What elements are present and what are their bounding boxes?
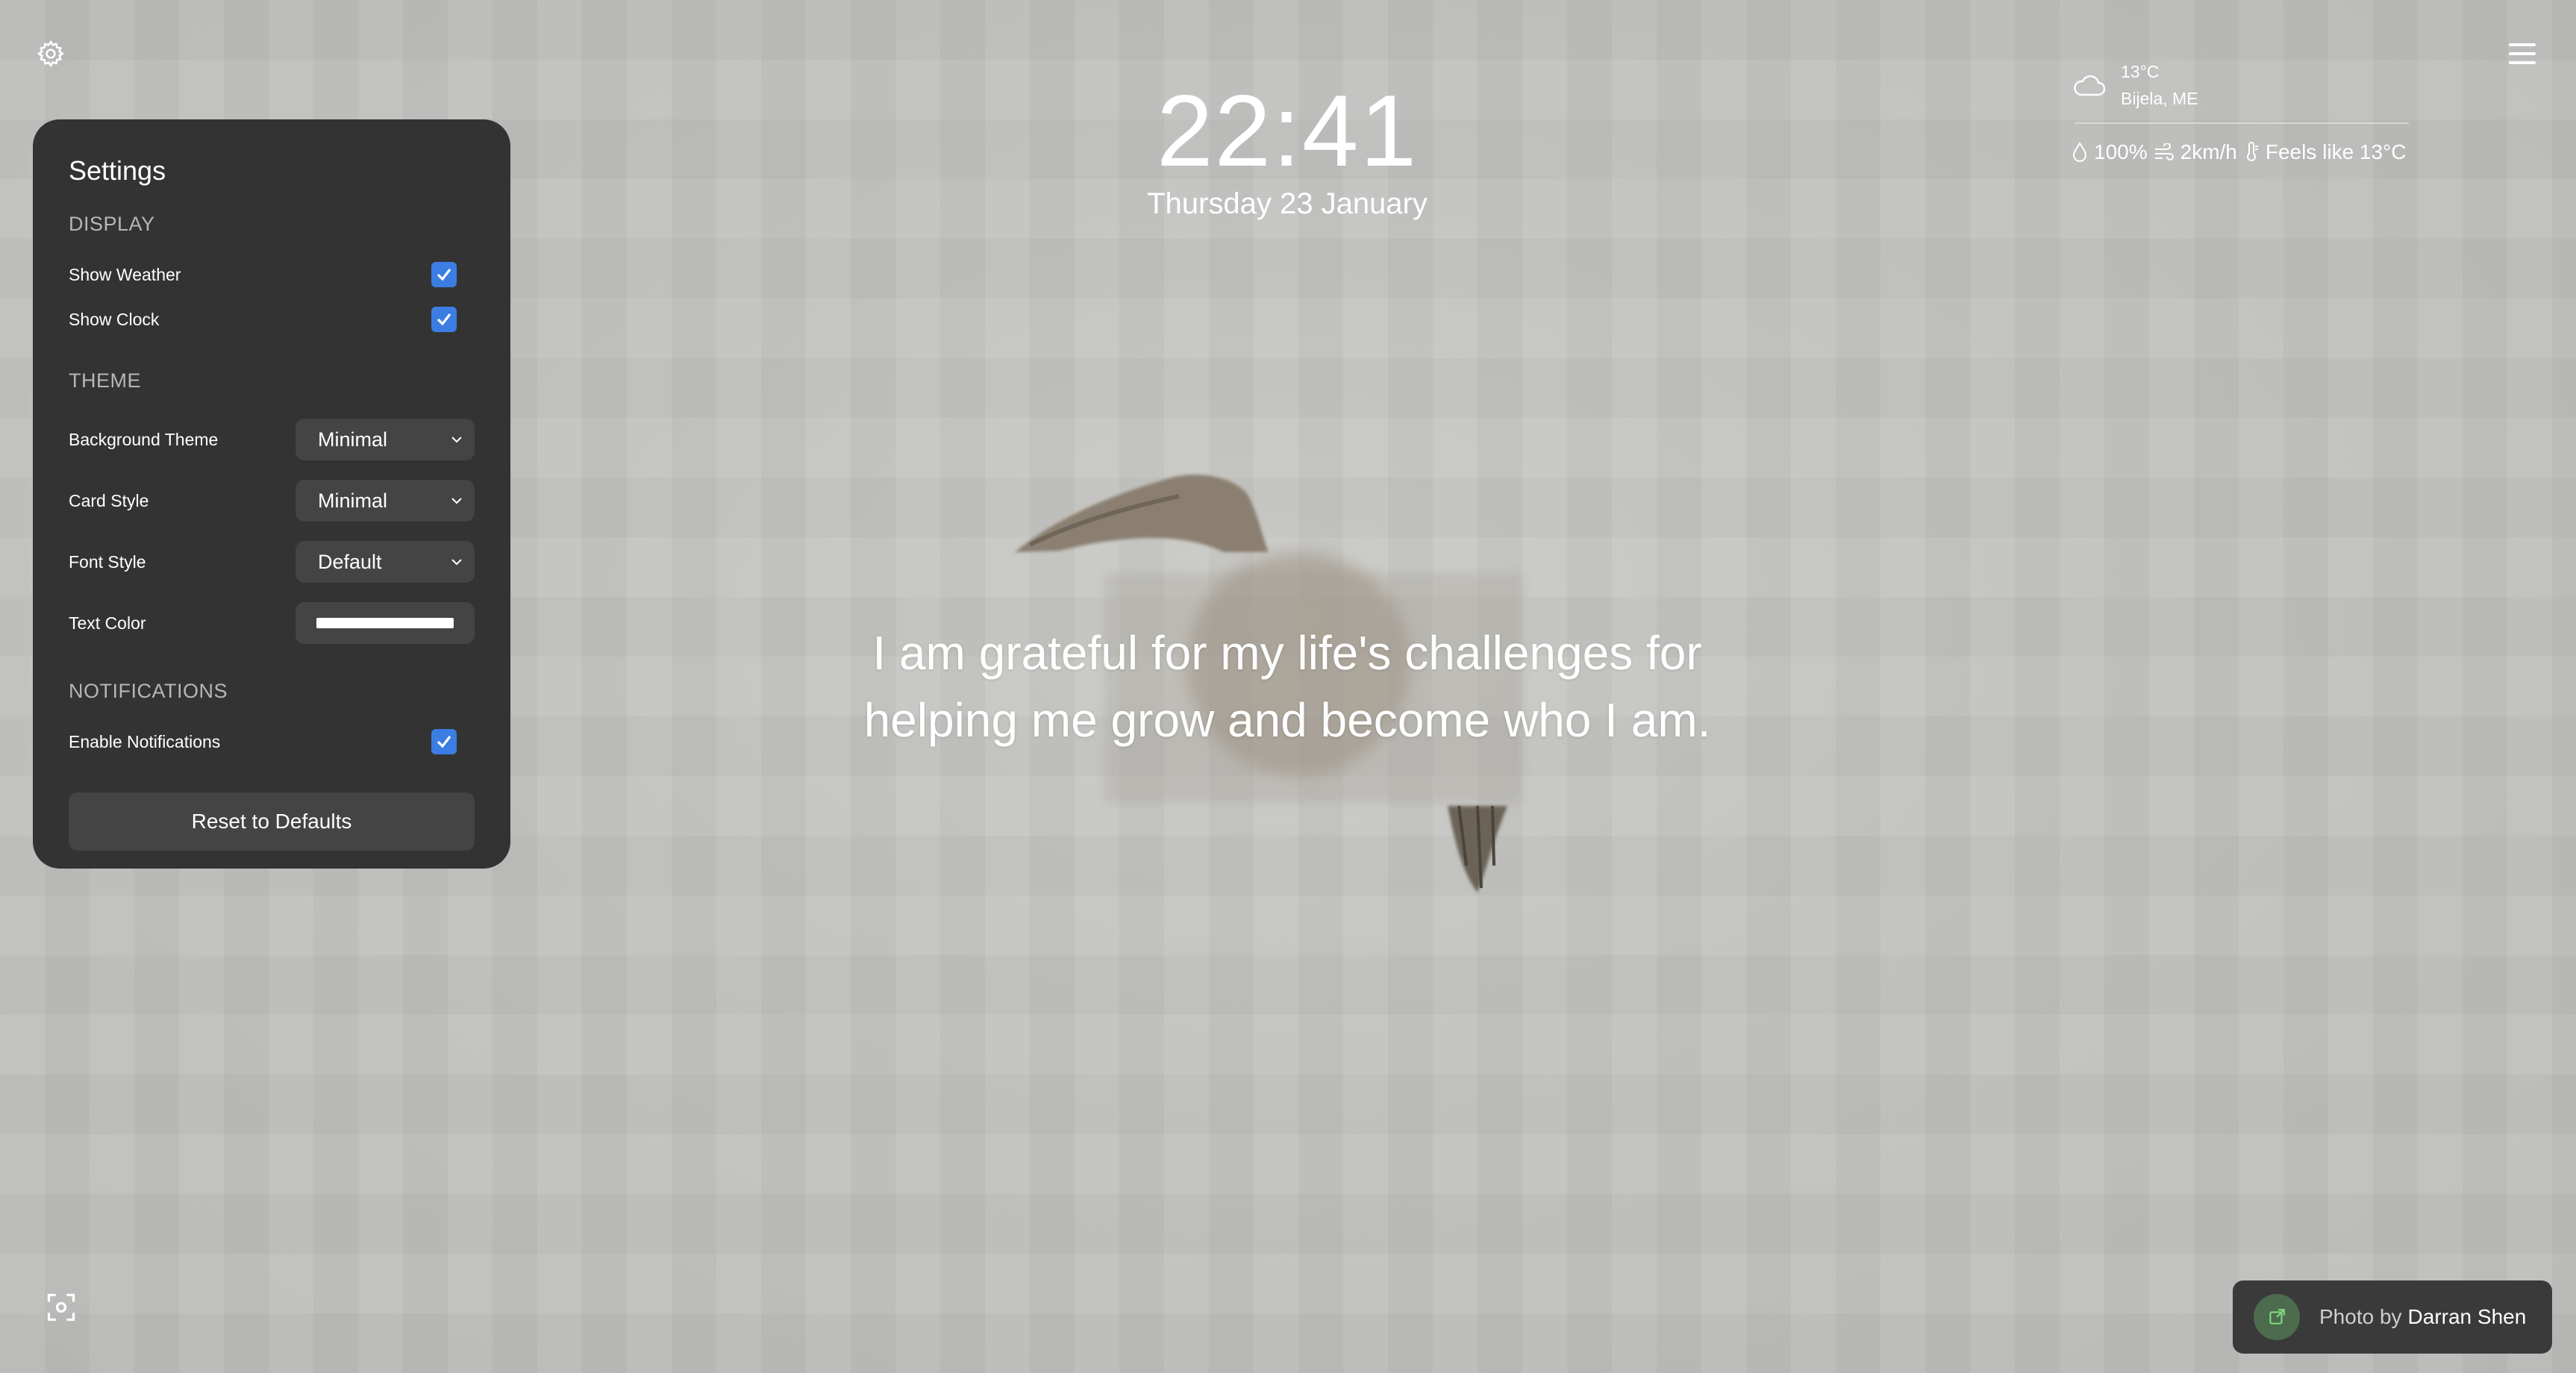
chevron-down-icon — [451, 559, 462, 566]
reset-defaults-button[interactable]: Reset to Defaults — [69, 792, 475, 851]
text-color-swatch — [316, 618, 454, 628]
background-theme-row: Background Theme Minimal — [69, 409, 475, 470]
section-theme-title: THEME — [69, 369, 141, 392]
chevron-down-icon — [451, 437, 462, 443]
show-weather-label: Show Weather — [69, 264, 181, 284]
wind-icon — [2154, 143, 2174, 160]
text-color-label: Text Color — [69, 613, 146, 633]
weather-location: Bijela, ME — [2121, 89, 2198, 108]
card-style-row: Card Style Minimal — [69, 470, 475, 531]
menu-button[interactable] — [2504, 39, 2540, 69]
font-style-value: Default — [318, 550, 382, 573]
enable-notifications-row: Enable Notifications — [69, 719, 475, 764]
show-clock-row: Show Clock — [69, 297, 475, 342]
external-link-icon — [2269, 1309, 2285, 1324]
section-notifications-title: NOTIFICATIONS — [69, 680, 228, 702]
checkmark-icon — [437, 269, 451, 281]
show-weather-row: Show Weather — [69, 252, 475, 297]
text-color-picker[interactable] — [296, 602, 475, 644]
checkmark-icon — [437, 736, 451, 748]
background-theme-value: Minimal — [318, 428, 388, 451]
focus-mode-button[interactable] — [45, 1291, 81, 1327]
enable-notifications-checkbox[interactable] — [431, 729, 457, 754]
weather-divider — [2075, 122, 2409, 124]
font-style-row: Font Style Default — [69, 531, 475, 592]
chevron-down-icon — [451, 498, 462, 504]
font-style-select[interactable]: Default — [296, 541, 475, 583]
weather-humidity: 100% — [2094, 140, 2148, 163]
settings-panel: Settings DISPLAY Show Weather Show Clock… — [33, 119, 510, 869]
menu-icon-line — [2509, 61, 2536, 64]
photo-credit-prefix: Photo by — [2319, 1305, 2402, 1328]
weather-feels-like: Feels like 13°C — [2265, 140, 2407, 163]
clock-widget: 22:41 Thursday 23 January — [1045, 75, 1530, 221]
show-clock-checkbox[interactable] — [431, 307, 457, 332]
cloud-icon — [2074, 75, 2106, 96]
thermometer-icon — [2246, 142, 2258, 161]
card-style-select[interactable]: Minimal — [296, 480, 475, 522]
settings-title: Settings — [69, 155, 166, 186]
gear-icon — [37, 40, 65, 68]
weather-temperature: 13°C — [2121, 62, 2160, 81]
screenshot-icon — [47, 1293, 75, 1322]
menu-icon-line — [2509, 52, 2536, 55]
background-theme-select[interactable]: Minimal — [296, 419, 475, 460]
humidity-icon — [2072, 142, 2087, 162]
card-style-label: Card Style — [69, 490, 149, 510]
photo-credit[interactable]: Photo by Darran Shen — [2233, 1280, 2552, 1354]
photo-credit-avatar — [2254, 1294, 2300, 1340]
font-style-label: Font Style — [69, 551, 146, 572]
background-theme-label: Background Theme — [69, 429, 219, 449]
checkmark-icon — [437, 313, 451, 326]
photo-credit-author[interactable]: Darran Shen — [2408, 1305, 2527, 1329]
menu-icon-line — [2509, 43, 2536, 46]
section-display-title: DISPLAY — [69, 213, 155, 235]
text-color-row: Text Color — [69, 592, 475, 654]
card-style-value: Minimal — [318, 489, 388, 512]
weather-wind: 2km/h — [2180, 140, 2237, 163]
show-weather-checkbox[interactable] — [431, 262, 457, 287]
clock-time: 22:41 — [1156, 74, 1419, 187]
show-clock-label: Show Clock — [69, 309, 160, 329]
enable-notifications-label: Enable Notifications — [69, 731, 221, 751]
daily-quote: I am grateful for my life's challenges f… — [863, 626, 1711, 747]
settings-gear-button[interactable] — [33, 36, 69, 72]
clock-date: Thursday 23 January — [1147, 187, 1428, 220]
weather-widget: 13°C Bijela, ME 100% 2km/h Feels like 13… — [2072, 58, 2415, 164]
